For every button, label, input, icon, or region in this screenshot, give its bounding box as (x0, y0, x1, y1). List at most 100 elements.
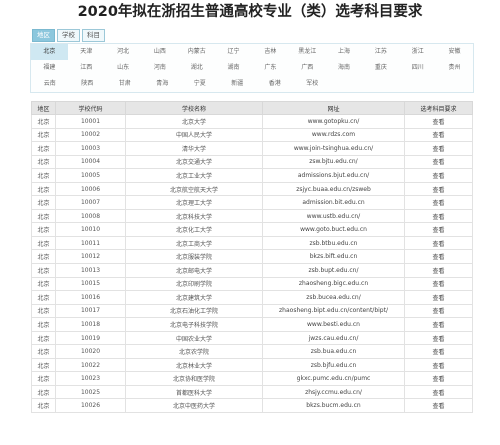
cell-school-name: 北京工业大学 (125, 168, 263, 183)
view-requirements-link[interactable]: 查看 (404, 384, 473, 400)
view-requirements-link[interactable]: 查看 (404, 208, 473, 224)
region-option[interactable]: 广东 (252, 60, 289, 76)
cell-school-name: 北京交通大学 (125, 154, 263, 170)
cell-code: 10022 (55, 357, 126, 373)
cell-code: 10008 (55, 208, 126, 224)
view-requirements-link[interactable]: 查看 (404, 344, 473, 359)
cell-url[interactable]: zsb.bucea.edu.cn/ (262, 290, 405, 305)
region-option[interactable]: 军校 (294, 76, 332, 92)
region-option[interactable]: 贵州 (436, 60, 473, 76)
view-requirements-link[interactable]: 查看 (404, 290, 473, 305)
cell-url[interactable]: www.ustb.edu.cn/ (262, 208, 405, 224)
cell-code: 10004 (55, 154, 126, 170)
cell-code: 10011 (55, 235, 126, 251)
table-row: 北京 10007 北京理工大学 admission.bit.edu.cn 查看 (31, 195, 473, 210)
cell-region: 北京 (31, 371, 56, 386)
cell-url[interactable]: bkzs.bucm.edu.cn (262, 398, 405, 414)
cell-region: 北京 (31, 317, 56, 332)
cell-url[interactable]: zsb.bjfu.edu.cn (262, 357, 405, 373)
region-option[interactable]: 新疆 (219, 76, 257, 92)
region-option[interactable]: 山东 (105, 60, 142, 76)
region-option[interactable]: 江苏 (362, 44, 399, 60)
cell-url[interactable]: jwzs.cau.edu.cn/ (262, 330, 405, 346)
cell-url[interactable]: admission.bit.edu.cn (262, 195, 405, 210)
region-option[interactable]: 广西 (289, 60, 326, 76)
cell-url[interactable]: bkzs.bift.edu.cn (262, 249, 405, 264)
view-requirements-link[interactable]: 查看 (404, 263, 473, 278)
tab-subject[interactable]: 科目 (82, 29, 105, 42)
region-option[interactable]: 内蒙古 (178, 44, 215, 60)
cell-url[interactable]: zsw.bjtu.edu.cn/ (262, 154, 405, 170)
region-option[interactable]: 海南 (326, 60, 363, 76)
table-row: 北京 10006 北京航空航天大学 zsjyc.buaa.edu.cn/zsweb 查看 (31, 181, 473, 197)
table-row: 北京 10016 北京建筑大学 zsb.bucea.edu.cn/查看 (31, 290, 473, 305)
cell-url[interactable]: zhsjy.ccmu.edu.cn/ (262, 384, 405, 400)
region-option[interactable]: 河南 (141, 60, 178, 76)
cell-url[interactable]: zsb.bupt.edu.cn/ (262, 263, 405, 278)
cell-url[interactable]: zsb.btbu.edu.cn (262, 235, 405, 251)
view-requirements-link[interactable]: 查看 (404, 114, 473, 129)
region-option[interactable]: 江西 (68, 60, 105, 76)
view-requirements-link[interactable]: 查看 (404, 317, 473, 332)
region-option[interactable]: 甘肃 (106, 76, 144, 92)
cell-url[interactable]: www.besti.edu.cn (262, 317, 405, 332)
region-option[interactable]: 浙江 (399, 44, 436, 60)
view-requirements-link[interactable]: 查看 (404, 154, 473, 170)
view-requirements-link[interactable]: 查看 (404, 330, 473, 346)
cell-url[interactable]: www.join-tsinghua.edu.cn/ (262, 141, 405, 156)
region-option[interactable]: 河北 (105, 44, 142, 60)
cell-region: 北京 (31, 208, 56, 224)
column-header-code: 学校代码 (55, 101, 126, 115)
view-requirements-link[interactable]: 查看 (404, 398, 473, 414)
cell-url[interactable]: www.goto.buct.edu.cn (262, 222, 405, 237)
view-requirements-link[interactable]: 查看 (404, 127, 473, 143)
cell-url[interactable]: zsb.bua.edu.cn (262, 344, 405, 359)
region-option[interactable]: 四川 (399, 60, 436, 76)
region-option[interactable]: 重庆 (362, 60, 399, 76)
cell-region: 北京 (31, 303, 56, 319)
cell-code: 10026 (55, 398, 126, 414)
table-row: 北京 10010 北京化工大学 www.goto.buct.edu.cn 查看 (31, 222, 473, 237)
region-option[interactable]: 黑龙江 (289, 44, 326, 60)
tab-school[interactable]: 学校 (57, 29, 80, 42)
cell-url[interactable]: zhaosheng.bigc.edu.cn (262, 276, 405, 292)
cell-url[interactable]: zsjyc.buaa.edu.cn/zsweb (262, 181, 405, 197)
view-requirements-link[interactable]: 查看 (404, 303, 473, 319)
tab-region[interactable]: 地区 (32, 29, 55, 42)
table-row: 北京 10001 北京大学 www.gotopku.cn/查看 (31, 114, 473, 129)
region-option[interactable]: 青海 (144, 76, 182, 92)
region-option[interactable]: 辽宁 (215, 44, 252, 60)
region-option[interactable]: 云南 (31, 76, 69, 92)
region-option[interactable]: 山西 (141, 44, 178, 60)
cell-url[interactable]: www.gotopku.cn/ (262, 114, 405, 129)
view-requirements-link[interactable]: 查看 (404, 141, 473, 156)
cell-school-name: 北京协和医学院 (125, 371, 263, 386)
region-option[interactable]: 湖北 (178, 60, 215, 76)
region-option[interactable]: 湖南 (215, 60, 252, 76)
region-option[interactable]: 安徽 (436, 44, 473, 60)
region-option[interactable]: 香港 (256, 76, 294, 92)
view-requirements-link[interactable]: 查看 (404, 235, 473, 251)
region-option[interactable]: 天津 (68, 44, 105, 60)
view-requirements-link[interactable]: 查看 (404, 249, 473, 264)
cell-region: 北京 (31, 235, 56, 251)
view-requirements-link[interactable]: 查看 (404, 222, 473, 237)
region-option[interactable]: 北京 (31, 44, 68, 60)
view-requirements-link[interactable]: 查看 (404, 276, 473, 292)
cell-school-name: 首都医科大学 (125, 384, 263, 400)
region-option[interactable]: 上海 (326, 44, 363, 60)
region-option[interactable]: 福建 (31, 60, 68, 76)
cell-url[interactable]: www.rdzs.com (262, 127, 405, 143)
view-requirements-link[interactable]: 查看 (404, 181, 473, 197)
view-requirements-link[interactable]: 查看 (404, 371, 473, 386)
cell-region: 北京 (31, 357, 56, 373)
cell-url[interactable]: zhaosheng.bipt.edu.cn/content/bipt/ (262, 303, 405, 319)
cell-url[interactable]: gkxc.pumc.edu.cn/pumc (262, 371, 405, 386)
view-requirements-link[interactable]: 查看 (404, 357, 473, 373)
region-option[interactable]: 吉林 (252, 44, 289, 60)
view-requirements-link[interactable]: 查看 (404, 168, 473, 183)
region-option[interactable]: 宁夏 (181, 76, 219, 92)
region-option[interactable]: 陕西 (69, 76, 107, 92)
view-requirements-link[interactable]: 查看 (404, 195, 473, 210)
cell-url[interactable]: admissions.bjut.edu.cn/ (262, 168, 405, 183)
